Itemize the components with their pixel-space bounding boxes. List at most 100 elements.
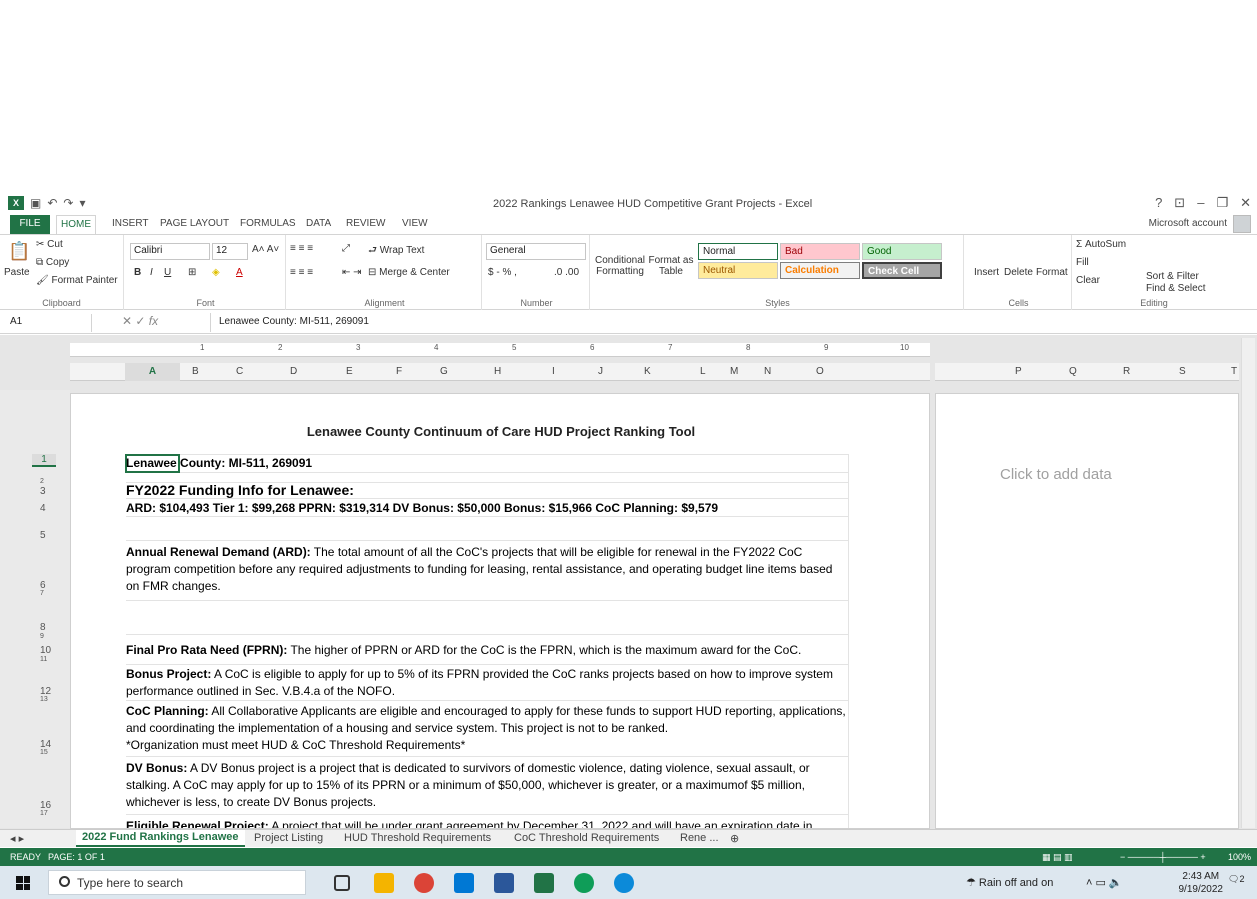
zoom-slider[interactable]: − ─────┼───── + bbox=[1120, 852, 1206, 862]
format-cells-button[interactable]: Format bbox=[1036, 267, 1068, 278]
cell-a3[interactable]: FY2022 Funding Info for Lenawee: bbox=[126, 482, 354, 499]
column-header[interactable]: L bbox=[700, 366, 706, 377]
merge-center-button[interactable]: ⊟ Merge & Center bbox=[368, 267, 450, 278]
copy-button[interactable]: ⧉ Copy bbox=[36, 257, 69, 268]
underline-icon[interactable]: U bbox=[164, 267, 171, 278]
mail-icon[interactable] bbox=[454, 873, 474, 893]
column-header[interactable]: F bbox=[396, 366, 402, 377]
empty-page[interactable]: Click to add data bbox=[935, 393, 1239, 829]
help-icon[interactable]: ? bbox=[1155, 195, 1162, 211]
add-sheet-icon[interactable]: ⊕ bbox=[730, 832, 739, 845]
sheet-tab-fund-rankings[interactable]: 2022 Fund Rankings Lenawee bbox=[76, 830, 245, 847]
view-buttons-icon[interactable]: ▦ ▤ ▥ bbox=[1042, 852, 1073, 863]
excel-icon[interactable] bbox=[534, 873, 554, 893]
row-header[interactable]: 4 bbox=[40, 503, 46, 514]
customize-qat-icon[interactable]: ▾ bbox=[79, 196, 85, 210]
sheet-tab-coc-threshold[interactable]: CoC Threshold Requirements bbox=[514, 832, 659, 844]
zoom-level[interactable]: 100% bbox=[1228, 852, 1251, 862]
row-header[interactable]: 11 bbox=[40, 656, 47, 663]
delete-cells-button[interactable]: Delete bbox=[1004, 267, 1033, 278]
column-header[interactable]: M bbox=[730, 366, 738, 377]
tab-review[interactable]: REVIEW bbox=[342, 217, 389, 230]
number-format-buttons[interactable]: $ - % , bbox=[488, 267, 517, 278]
undo-icon[interactable]: ↶ bbox=[47, 196, 57, 210]
cell-planning[interactable]: CoC Planning: All Collaborative Applican… bbox=[126, 703, 846, 754]
conditional-formatting-button[interactable]: Conditional Formatting bbox=[594, 255, 646, 277]
ribbon-display-icon[interactable]: ⊡ bbox=[1174, 195, 1185, 211]
autosum-button[interactable]: Σ AutoSum bbox=[1076, 239, 1126, 250]
italic-icon[interactable]: I bbox=[150, 267, 153, 278]
click-to-add-data[interactable]: Click to add data bbox=[1000, 466, 1112, 483]
style-check-cell[interactable]: Check Cell bbox=[862, 262, 942, 279]
row-header[interactable]: 13 bbox=[40, 696, 48, 703]
column-header-a[interactable]: A bbox=[125, 363, 180, 381]
column-header[interactable]: K bbox=[644, 366, 651, 377]
tab-page-layout[interactable]: PAGE LAYOUT bbox=[156, 217, 233, 230]
tab-file[interactable]: FILE bbox=[10, 215, 50, 234]
redo-icon[interactable]: ↷ bbox=[63, 196, 73, 210]
style-neutral[interactable]: Neutral bbox=[698, 262, 778, 279]
format-painter-button[interactable]: 🖌 Format Painter bbox=[36, 275, 118, 286]
notification-icon[interactable]: 🗨2 bbox=[1228, 874, 1244, 885]
row-header[interactable]: 8 bbox=[40, 622, 46, 633]
minimize-icon[interactable]: – bbox=[1197, 195, 1204, 211]
word-icon[interactable] bbox=[494, 873, 514, 893]
taskbar-search[interactable]: Type here to search bbox=[48, 870, 306, 895]
avatar[interactable] bbox=[1233, 215, 1251, 233]
number-format-select[interactable]: General bbox=[486, 243, 586, 260]
decimal-icon[interactable]: .0 .00 bbox=[554, 267, 579, 278]
cell-dv-bonus[interactable]: DV Bonus: A DV Bonus project is a projec… bbox=[126, 760, 846, 811]
align-top-icon[interactable]: ≡ ≡ ≡ bbox=[290, 243, 313, 254]
row-header[interactable]: 2 bbox=[40, 478, 44, 485]
style-bad[interactable]: Bad bbox=[780, 243, 860, 260]
borders-icon[interactable]: ⊞ bbox=[188, 267, 196, 278]
column-header[interactable]: R bbox=[1123, 366, 1130, 377]
row-header[interactable]: 3 bbox=[40, 486, 46, 497]
wrap-text-button[interactable]: ⮐ Wrap Text bbox=[368, 243, 424, 260]
column-header[interactable]: O bbox=[816, 366, 824, 377]
tab-home[interactable]: HOME bbox=[56, 215, 96, 235]
weather-widget[interactable]: ☂ Rain off and on bbox=[966, 876, 1053, 889]
tray-icons[interactable]: ˄ ▭ 🔈 bbox=[1086, 876, 1123, 889]
prev-sheet-icon[interactable]: ◂ ▸ bbox=[10, 832, 24, 845]
worksheet-page[interactable]: Lenawee County Continuum of Care HUD Pro… bbox=[70, 393, 930, 829]
column-header[interactable]: G bbox=[440, 366, 448, 377]
fill-color-icon[interactable]: ◈ bbox=[212, 267, 220, 278]
column-header[interactable]: J bbox=[598, 366, 603, 377]
chrome-icon[interactable] bbox=[414, 873, 434, 893]
column-header[interactable]: Q bbox=[1069, 366, 1077, 377]
clear-button[interactable]: Clear bbox=[1076, 275, 1100, 286]
save-icon[interactable]: ▣ bbox=[30, 196, 41, 210]
column-header[interactable]: P bbox=[1015, 366, 1022, 377]
font-size-select[interactable]: 12 bbox=[212, 243, 248, 260]
cell-a1[interactable]: Lenawee County: MI-511, 269091 bbox=[126, 455, 312, 472]
font-name-select[interactable]: Calibri bbox=[130, 243, 210, 260]
column-header[interactable]: B bbox=[192, 366, 199, 377]
bold-icon[interactable]: B bbox=[134, 267, 141, 278]
style-normal[interactable]: Normal bbox=[698, 243, 778, 260]
row-header[interactable]: 7 bbox=[40, 590, 44, 597]
column-header[interactable]: I bbox=[552, 366, 555, 377]
format-as-table-button[interactable]: Format as Table bbox=[648, 255, 694, 277]
column-header[interactable]: N bbox=[764, 366, 771, 377]
tab-formulas[interactable]: FORMULAS bbox=[236, 217, 300, 230]
cell-ard[interactable]: Annual Renewal Demand (ARD): The total a… bbox=[126, 544, 846, 595]
style-good[interactable]: Good bbox=[862, 243, 942, 260]
windows-start-icon[interactable] bbox=[16, 876, 30, 890]
style-calculation[interactable]: Calculation bbox=[780, 262, 860, 279]
orientation-icon[interactable]: ⤢ bbox=[342, 243, 350, 254]
restore-icon[interactable]: ❐ bbox=[1216, 195, 1228, 211]
insert-function-icon[interactable]: ✕ ✓ fx bbox=[122, 314, 158, 328]
column-header[interactable]: E bbox=[346, 366, 353, 377]
column-header[interactable]: S bbox=[1179, 366, 1186, 377]
row-header[interactable]: 17 bbox=[40, 810, 48, 817]
row-header[interactable]: 10 bbox=[40, 645, 51, 656]
sheet-tab-hud-threshold[interactable]: HUD Threshold Requirements bbox=[344, 832, 491, 844]
row-header-1[interactable]: 1 bbox=[32, 454, 56, 467]
find-select-button[interactable]: Find & Select bbox=[1146, 283, 1205, 294]
column-header[interactable]: T bbox=[1231, 366, 1237, 377]
vertical-scrollbar[interactable] bbox=[1241, 338, 1255, 828]
tab-insert[interactable]: INSERT bbox=[108, 217, 153, 230]
row-header[interactable]: 5 bbox=[40, 530, 46, 541]
sheet-tab-project-listing[interactable]: Project Listing bbox=[254, 832, 323, 844]
